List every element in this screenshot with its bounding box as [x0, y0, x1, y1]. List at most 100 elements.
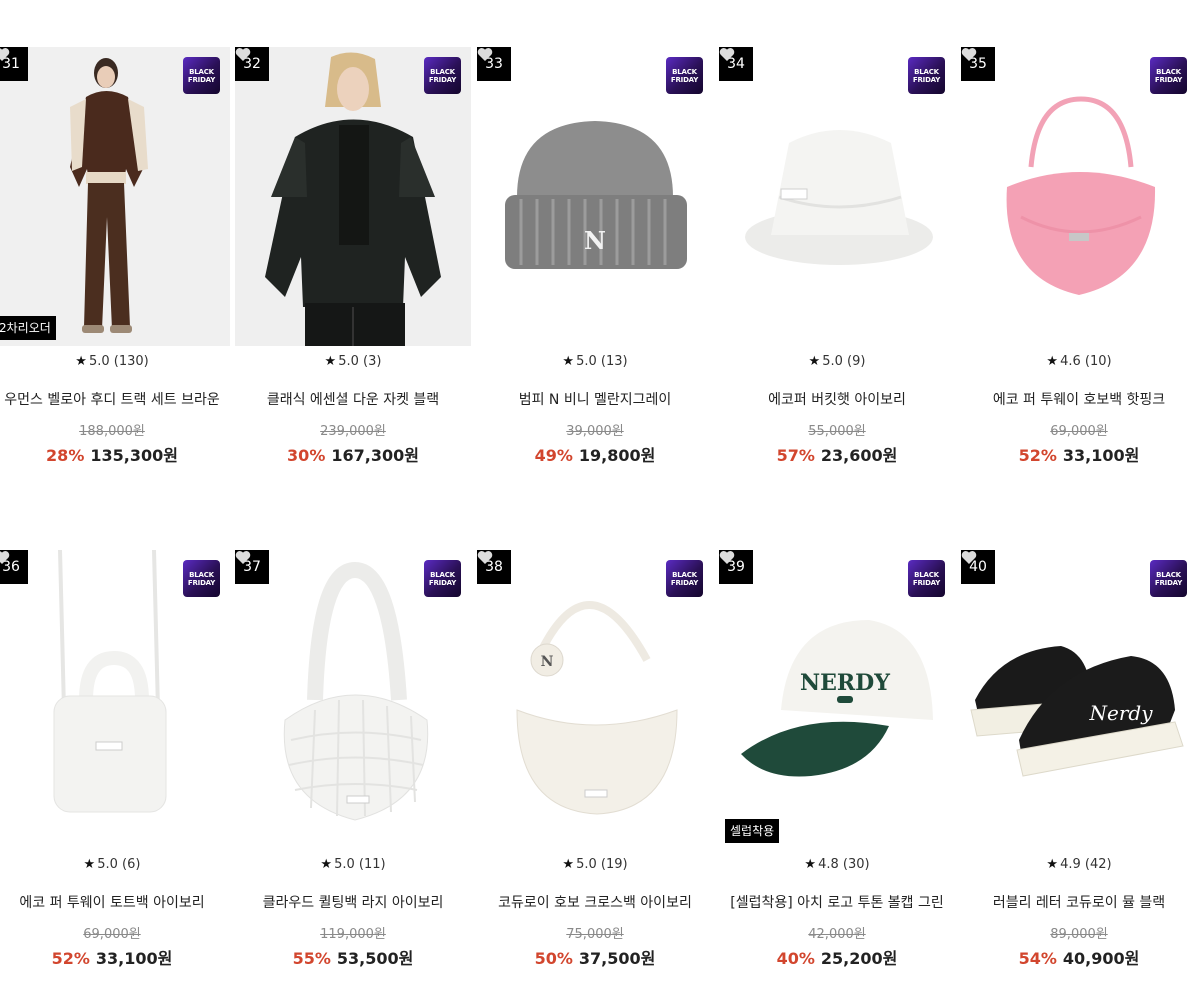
star-icon: ★: [1046, 354, 1059, 369]
product-image[interactable]: 35 BLACK FRIDAY: [961, 47, 1197, 346]
star-icon: ★: [562, 354, 575, 369]
product-name[interactable]: 에코퍼 버킷햇 아이보리: [719, 389, 955, 409]
discount-rate: 52%: [51, 949, 90, 968]
black-friday-badge: BLACK FRIDAY: [908, 57, 945, 94]
original-price: 119,000원: [320, 927, 386, 942]
original-price: 75,000원: [566, 927, 624, 942]
svg-text:N: N: [584, 226, 606, 255]
product-rating: ★ 4.9 (42): [1046, 857, 1112, 872]
original-price: 89,000원: [1050, 927, 1108, 942]
star-icon: ★: [83, 857, 96, 872]
discount-rate: 50%: [534, 949, 573, 968]
black-friday-badge: BLACK FRIDAY: [424, 560, 461, 597]
product-rating: ★ 5.0 (130): [75, 354, 149, 369]
heart-icon[interactable]: [477, 47, 493, 62]
original-price: 69,000원: [83, 927, 141, 942]
heart-icon[interactable]: [719, 47, 735, 62]
black-friday-badge: BLACK FRIDAY: [183, 560, 220, 597]
star-icon: ★: [1046, 857, 1059, 872]
product-name[interactable]: 코듀로이 호보 크로스백 아이보리: [477, 892, 713, 912]
product-name[interactable]: 에코 퍼 투웨이 호보백 핫핑크: [961, 389, 1197, 409]
star-icon: ★: [804, 857, 817, 872]
sale-price: 37,500원: [578, 949, 656, 968]
product-image[interactable]: Nerdy 40 BLACK FRIDAY: [961, 550, 1197, 849]
sale-price: 135,300원: [90, 446, 178, 465]
heart-icon[interactable]: [235, 47, 251, 62]
heart-icon[interactable]: [961, 47, 977, 62]
price-row: 40% 25,200원: [719, 945, 955, 969]
sale-price: 19,800원: [578, 446, 656, 465]
sale-price: 33,100원: [1062, 446, 1140, 465]
product-rating: ★ 4.6 (10): [1046, 354, 1112, 369]
original-price: 42,000원: [808, 927, 866, 942]
svg-text:NERDY: NERDY: [800, 670, 890, 696]
product-image[interactable]: NERDY 39 BLACK FRIDAY 셀럽착용: [719, 550, 955, 849]
product-grid: 31 BLACK FRIDAY 2차리오더 ★ 5.0 (130) 우먼스 벨로아 …: [0, 0, 1200, 981]
heart-icon[interactable]: [961, 550, 977, 565]
price-row: 54% 40,900원: [961, 945, 1197, 969]
product-rating: ★ 5.0 (13): [562, 354, 628, 369]
original-price: 55,000원: [808, 424, 866, 439]
original-price: 188,000원: [79, 424, 145, 439]
product-rating: ★ 5.0 (19): [562, 857, 628, 872]
product-image[interactable]: 36 BLACK FRIDAY: [0, 550, 230, 849]
discount-rate: 54%: [1018, 949, 1057, 968]
price-row: 55% 53,500원: [235, 945, 471, 969]
original-price: 69,000원: [1050, 424, 1108, 439]
celeb-worn-tag: 셀럽착용: [725, 819, 780, 843]
price-row: 50% 37,500원: [477, 945, 713, 969]
star-icon: ★: [562, 857, 575, 872]
star-icon: ★: [75, 354, 87, 369]
star-icon: ★: [808, 354, 821, 369]
star-icon: ★: [320, 857, 333, 872]
black-friday-badge: BLACK FRIDAY: [1150, 57, 1187, 94]
product-image[interactable]: 34 BLACK FRIDAY: [719, 47, 955, 346]
svg-text:N: N: [541, 654, 554, 670]
discount-rate: 49%: [534, 446, 573, 465]
black-friday-badge: BLACK FRIDAY: [424, 57, 461, 94]
sale-price: 53,500원: [336, 949, 414, 968]
product-name[interactable]: 러블리 레터 코듀로이 뮬 블랙: [961, 892, 1197, 912]
heart-icon[interactable]: [0, 550, 10, 565]
price-row: 52% 33,100원: [961, 442, 1197, 466]
product-image[interactable]: N 38 BLACK FRIDAY: [477, 550, 713, 849]
product-image[interactable]: 37 BLACK FRIDAY: [235, 550, 471, 849]
heart-icon[interactable]: [0, 47, 10, 62]
product-image[interactable]: 31 BLACK FRIDAY 2차리오더: [0, 47, 230, 346]
heart-icon[interactable]: [719, 550, 735, 565]
discount-rate: 52%: [1018, 446, 1057, 465]
product-name[interactable]: 클라우드 퀼팅백 라지 아이보리: [235, 892, 471, 912]
discount-rate: 28%: [46, 446, 85, 465]
product-image[interactable]: N 33 BLACK FRIDAY: [477, 47, 713, 346]
discount-rate: 55%: [292, 949, 331, 968]
black-friday-badge: BLACK FRIDAY: [908, 560, 945, 597]
product-rating: ★ 5.0 (3): [324, 354, 382, 369]
heart-icon[interactable]: [477, 550, 493, 565]
heart-icon[interactable]: [235, 550, 251, 565]
product-name[interactable]: [셀럽착용] 아치 로고 투톤 볼캡 그린: [719, 892, 955, 912]
sale-price: 33,100원: [95, 949, 173, 968]
discount-rate: 57%: [776, 446, 815, 465]
product-name[interactable]: 우먼스 벨로아 후디 트랙 세트 브라운: [0, 389, 230, 409]
black-friday-badge: BLACK FRIDAY: [1150, 560, 1187, 597]
price-row: 30% 167,300원: [235, 442, 471, 466]
price-row: 57% 23,600원: [719, 442, 955, 466]
product-image[interactable]: 32 BLACK FRIDAY: [235, 47, 471, 346]
price-row: 28% 135,300원: [0, 442, 230, 466]
product-rating: ★ 5.0 (6): [83, 857, 141, 872]
black-friday-badge: BLACK FRIDAY: [666, 57, 703, 94]
product-rating: ★ 5.0 (11): [320, 857, 386, 872]
product-rating: ★ 5.0 (9): [808, 354, 866, 369]
black-friday-badge: BLACK FRIDAY: [183, 57, 220, 94]
product-name[interactable]: 에코 퍼 투웨이 토트백 아이보리: [0, 892, 230, 912]
product-name[interactable]: 범피 N 비니 멜란지그레이: [477, 389, 713, 409]
sale-price: 167,300원: [331, 446, 419, 465]
discount-rate: 40%: [776, 949, 815, 968]
black-friday-badge: BLACK FRIDAY: [666, 560, 703, 597]
reorder-tag: 2차리오더: [0, 316, 56, 340]
product-name[interactable]: 클래식 에센셜 다운 자켓 블랙: [235, 389, 471, 409]
sale-price: 23,600원: [820, 446, 898, 465]
price-row: 52% 33,100원: [0, 945, 230, 969]
sale-price: 25,200원: [820, 949, 898, 968]
sale-price: 40,900원: [1062, 949, 1140, 968]
